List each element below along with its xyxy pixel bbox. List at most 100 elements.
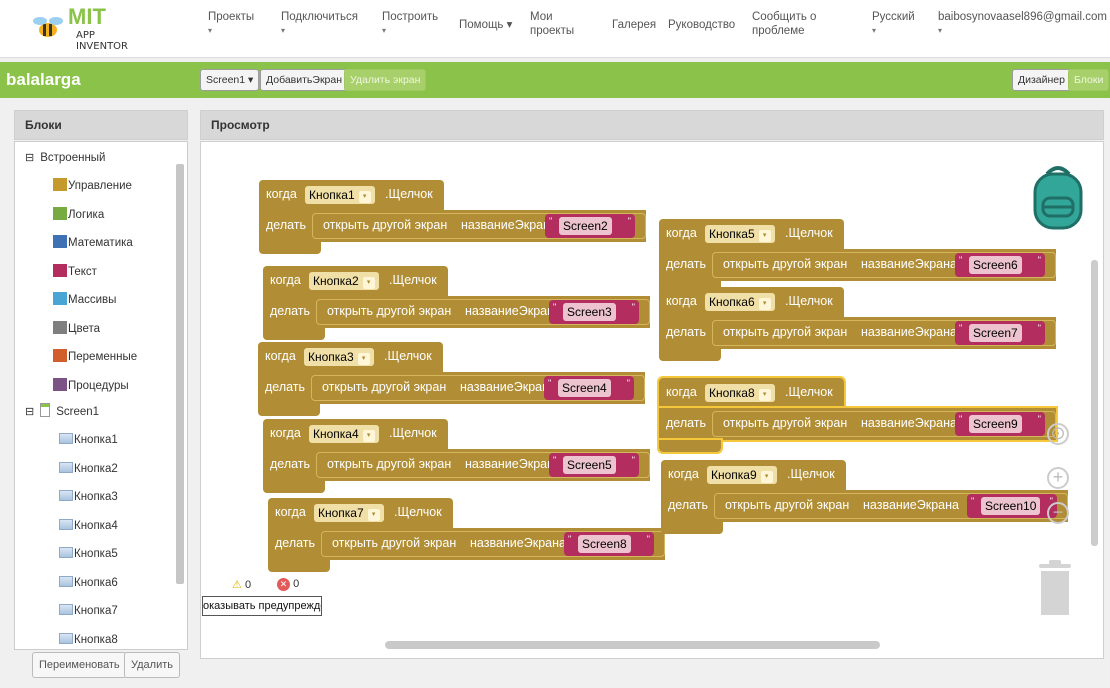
dropdown-arrow-icon[interactable]: ▾	[358, 191, 371, 203]
component-dropdown[interactable]: Кнопка4 ▾	[309, 425, 379, 443]
dropdown-arrow-icon[interactable]: ▾	[362, 277, 375, 289]
component-item[interactable]: Кнопка1	[59, 430, 118, 450]
menu-build[interactable]: Построить ▾	[382, 10, 438, 38]
event-handler-block[interactable]: когда Кнопка2 ▾ .Щелчок делать открыть другой…	[263, 266, 653, 340]
text-string-block[interactable]: " Screen8 "	[564, 532, 654, 556]
component-item[interactable]: Кнопка4	[59, 516, 118, 536]
component-dropdown[interactable]: Кнопка9 ▾	[707, 466, 777, 484]
dropdown-arrow-icon[interactable]: ▾	[758, 230, 771, 242]
builtin-drawer-item[interactable]: Текст	[53, 262, 97, 282]
screen-name-value[interactable]: Screen2	[559, 217, 612, 235]
screen-name-value[interactable]: Screen3	[563, 303, 616, 321]
rename-button[interactable]: Переименовать	[32, 652, 127, 678]
scrollbar-thumb[interactable]	[176, 164, 184, 584]
text-string-block[interactable]: " Screen3 "	[549, 300, 639, 324]
text-string-block[interactable]: " Screen10 "	[967, 494, 1057, 518]
menu-language[interactable]: Русский ▾	[872, 10, 915, 38]
builtin-drawer-item[interactable]: Математика	[53, 233, 133, 253]
event-handler-block[interactable]: когда Кнопка1 ▾ .Щелчок делать открыть другой…	[259, 180, 649, 254]
remove-screen-button[interactable]: Удалить экран	[344, 69, 427, 91]
error-indicator[interactable]: ✕ 0	[277, 578, 299, 591]
builtin-drawer-item[interactable]: Переменные	[53, 347, 137, 367]
screen-name-value[interactable]: Screen4	[558, 379, 611, 397]
component-item[interactable]: Кнопка2	[59, 459, 118, 479]
event-handler-block[interactable]: когда Кнопка4 ▾ .Щелчок делать открыть другой…	[263, 419, 653, 493]
menu-guide[interactable]: Руководство	[668, 18, 735, 32]
blocks-button[interactable]: Блоки	[1068, 69, 1110, 91]
zoom-in-icon[interactable]: +	[1047, 467, 1069, 489]
screen-name-value[interactable]: Screen7	[969, 324, 1022, 342]
component-dropdown[interactable]: Кнопка5 ▾	[705, 225, 775, 243]
tree-item-screen1[interactable]: ⊟ Screen1	[25, 402, 99, 422]
quote-icon: "	[959, 414, 963, 424]
screen-name-value[interactable]: Screen6	[969, 256, 1022, 274]
app-inventor-logo[interactable]: MIT APP INVENTOR	[30, 4, 150, 52]
component-item[interactable]: Кнопка6	[59, 573, 118, 593]
builtin-drawer-item[interactable]: Управление	[53, 176, 132, 196]
component-dropdown[interactable]: Кнопка1 ▾	[305, 186, 375, 204]
component-dropdown[interactable]: Кнопка2 ▾	[309, 272, 379, 290]
center-workspace-icon[interactable]: ⊙	[1047, 423, 1069, 445]
backpack-icon[interactable]	[1029, 162, 1087, 232]
event-name: .Щелчок	[785, 226, 833, 240]
collapse-toggle-icon[interactable]: ⊟	[25, 406, 34, 418]
text-string-block[interactable]: " Screen9 "	[955, 412, 1045, 436]
dropdown-arrow-icon[interactable]: ▾	[760, 471, 773, 483]
component-item[interactable]: Кнопка5	[59, 544, 118, 564]
screen-name-value[interactable]: Screen5	[563, 456, 616, 474]
component-item[interactable]: Кнопка8	[59, 630, 118, 650]
screen-name-value[interactable]: Screen8	[578, 535, 631, 553]
component-dropdown[interactable]: Кнопка7 ▾	[314, 504, 384, 522]
screen-name-value[interactable]: Screen9	[969, 415, 1022, 433]
text-string-block[interactable]: " Screen4 "	[544, 376, 634, 400]
warning-indicator[interactable]: ⚠ 0	[232, 578, 251, 591]
menu-connect[interactable]: Подключиться ▾	[281, 10, 358, 38]
builtin-drawer-item[interactable]: Цвета	[53, 319, 100, 339]
menu-report-problem[interactable]: Сообщить о проблеме	[752, 10, 822, 38]
component-item[interactable]: Кнопка3	[59, 487, 118, 507]
event-handler-block[interactable]: когда Кнопка3 ▾ .Щелчок делать открыть другой…	[258, 342, 648, 416]
workspace-vertical-scrollbar[interactable]	[1091, 260, 1098, 546]
event-handler-block[interactable]: когда Кнопка9 ▾ .Щелчок делать открыть другой…	[661, 460, 1071, 534]
blocks-workspace[interactable]: когда Кнопка1 ▾ .Щелчок делать открыть другой…	[200, 141, 1104, 659]
component-name: Кнопка6	[709, 295, 755, 309]
dropdown-arrow-icon[interactable]: ▾	[758, 298, 771, 310]
menu-account[interactable]: baibosynovaasel896@gmail.com ▾	[938, 10, 1107, 38]
designer-button[interactable]: Дизайнер	[1012, 69, 1071, 91]
menu-gallery[interactable]: Галерея	[612, 18, 656, 32]
component-dropdown[interactable]: Кнопка8 ▾	[705, 384, 775, 402]
tree-item-builtin[interactable]: ⊟ Встроенный	[25, 148, 106, 168]
screen-name-value[interactable]: Screen10	[981, 497, 1041, 515]
workspace-horizontal-scrollbar[interactable]	[385, 641, 880, 649]
menu-help[interactable]: Помощь ▾	[459, 18, 512, 32]
dropdown-arrow-icon[interactable]: ▾	[357, 353, 370, 365]
component-item[interactable]: Кнопка7	[59, 601, 118, 621]
dropdown-arrow-icon[interactable]: ▾	[758, 389, 771, 401]
text-string-block[interactable]: " Screen6 "	[955, 253, 1045, 277]
event-handler-block[interactable]: когда Кнопка5 ▾ .Щелчок делать открыть другой…	[659, 219, 1059, 293]
show-warnings-button[interactable]: оказывать предупреждения	[202, 596, 322, 616]
text-string-block[interactable]: " Screen5 "	[549, 453, 639, 477]
event-handler-block[interactable]: когда Кнопка8 ▾ .Щелчок делать открыть другой…	[657, 376, 1059, 454]
add-screen-button[interactable]: ДобавитьЭкран	[260, 69, 349, 91]
trash-icon[interactable]	[1037, 560, 1073, 616]
menu-my-projects[interactable]: Мои проекты	[530, 10, 574, 38]
text-string-block[interactable]: " Screen2 "	[545, 214, 635, 238]
block-footer	[659, 349, 721, 361]
builtin-drawer-item[interactable]: Логика	[53, 205, 104, 225]
component-dropdown[interactable]: Кнопка3 ▾	[304, 348, 374, 366]
builtin-drawer-item[interactable]: Процедуры	[53, 376, 129, 396]
blocks-tree-scrollbar[interactable]	[175, 146, 185, 646]
text-string-block[interactable]: " Screen7 "	[955, 321, 1045, 345]
zoom-out-icon[interactable]: −	[1047, 502, 1069, 524]
screen-select-dropdown[interactable]: Screen1 ▾	[200, 69, 260, 91]
dropdown-arrow-icon[interactable]: ▾	[367, 509, 380, 521]
menu-projects[interactable]: Проекты ▾	[208, 10, 254, 38]
delete-button[interactable]: Удалить	[124, 652, 180, 678]
collapse-toggle-icon[interactable]: ⊟	[25, 152, 34, 164]
builtin-drawer-item[interactable]: Массивы	[53, 290, 116, 310]
event-handler-block[interactable]: когда Кнопка7 ▾ .Щелчок делать открыть другой…	[268, 498, 668, 572]
event-handler-block[interactable]: когда Кнопка6 ▾ .Щелчок делать открыть другой…	[659, 287, 1059, 361]
dropdown-arrow-icon[interactable]: ▾	[362, 430, 375, 442]
component-dropdown[interactable]: Кнопка6 ▾	[705, 293, 775, 311]
